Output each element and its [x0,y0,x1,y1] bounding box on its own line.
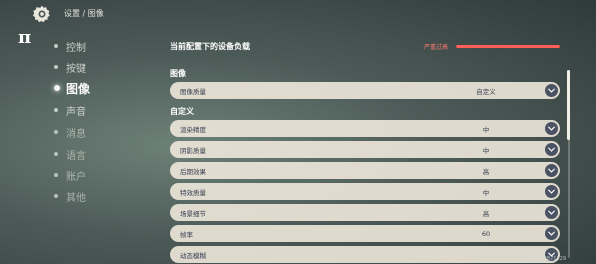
sidebar-item-label: 语言 [66,150,86,162]
setting-row-shadow-quality[interactable]: 阴影质量 中 [170,141,560,158]
setting-value: 60 [481,229,491,238]
section-custom-title: 自定义 [170,107,194,116]
bullet-icon [54,108,58,112]
gear-icon[interactable] [32,4,52,24]
dropdown-button[interactable] [545,164,558,177]
setting-value: 中 [482,146,490,155]
setting-label: 帧率 [180,230,193,239]
chevron-down-icon [548,168,555,173]
sidebar-item-keys[interactable]: 按键 [54,59,86,75]
sidebar-item-language[interactable]: 语言 [54,146,86,162]
device-load-fill [456,45,560,48]
setting-label: 图像质量 [180,87,206,96]
setting-row-graphics-quality[interactable]: 图像质量 自定义 [170,82,560,99]
settings-panel: 当前配置下的设备负载 严重过高 图像 图像质量 自定义 自定义 渲染精度 中 阴… [162,36,568,264]
sidebar-item-label: 按键 [66,63,86,75]
chevron-down-icon [548,147,555,152]
chevron-down-icon [548,189,555,194]
setting-label: 阴影质量 [180,146,206,155]
sidebar-item-label: 账户 [66,171,86,183]
bullet-icon [54,44,58,48]
sidebar-item-label: 控制 [66,42,86,54]
dropdown-button[interactable] [545,122,558,135]
sidebar-item-messages[interactable]: 消息 [54,124,86,140]
bullet-icon [54,173,58,177]
dropdown-button[interactable] [545,185,558,198]
setting-value: 中 [482,188,490,197]
setting-label: 场景细节 [180,209,206,218]
setting-row-render-resolution[interactable]: 渲染精度 中 [170,120,560,137]
bullet-icon [54,65,58,69]
section-graphics-title: 图像 [170,69,186,78]
uid-label: UID: 193871229 [525,256,566,262]
bullet-icon [54,85,60,91]
breadcrumb: 设置 / 图像 [64,9,104,18]
setting-label: 渲染精度 [180,125,206,134]
sidebar-item-account[interactable]: 账户 [54,167,86,183]
bullet-icon [54,130,58,134]
sidebar-item-label: 声音 [66,106,86,118]
setting-row-frame-rate[interactable]: 帧率 60 [170,225,560,242]
setting-value: 自定义 [476,87,496,96]
dropdown-button[interactable] [545,227,558,240]
setting-label: 后期效果 [180,167,206,176]
dropdown-button[interactable] [545,84,558,97]
chevron-down-icon [548,88,555,93]
bullet-icon [54,194,58,198]
scrollbar-thumb[interactable] [567,70,570,140]
sidebar-item-other[interactable]: 其他 [54,188,86,204]
setting-label: 动态模糊 [180,251,206,260]
setting-row-effects-quality[interactable]: 特效质量 中 [170,183,560,200]
sidebar-item-label: 其他 [66,192,86,204]
chevron-down-icon [548,210,555,215]
sidebar-item-controls[interactable]: 控制 [54,38,86,54]
chevron-down-icon [548,126,555,131]
sidebar-item-graphics[interactable]: 图像 [54,80,90,96]
setting-value: 高 [482,167,490,176]
setting-value: 高 [482,209,490,218]
sidebar-item-label: 图像 [66,81,91,96]
setting-value: 中 [482,125,490,134]
setting-row-post-processing[interactable]: 后期效果 高 [170,162,560,179]
bullet-icon [54,152,58,156]
dropdown-button[interactable] [545,143,558,156]
top-bar: 设置 / 图像 [0,0,596,26]
device-load-status: 严重过高 [424,44,449,51]
dropdown-button[interactable] [545,206,558,219]
setting-row-scene-detail[interactable]: 场景细节 高 [170,204,560,221]
device-load-bar [456,45,560,48]
setting-row-motion-blur[interactable]: 动态模糊 [170,246,560,263]
sidebar-item-audio[interactable]: 声音 [54,102,86,118]
chevron-down-icon [548,231,555,236]
setting-label: 特效质量 [180,188,206,197]
sidebar-item-label: 消息 [66,128,86,140]
paimon-logo: π [18,27,31,48]
device-load-title: 当前配置下的设备负载 [170,42,250,51]
